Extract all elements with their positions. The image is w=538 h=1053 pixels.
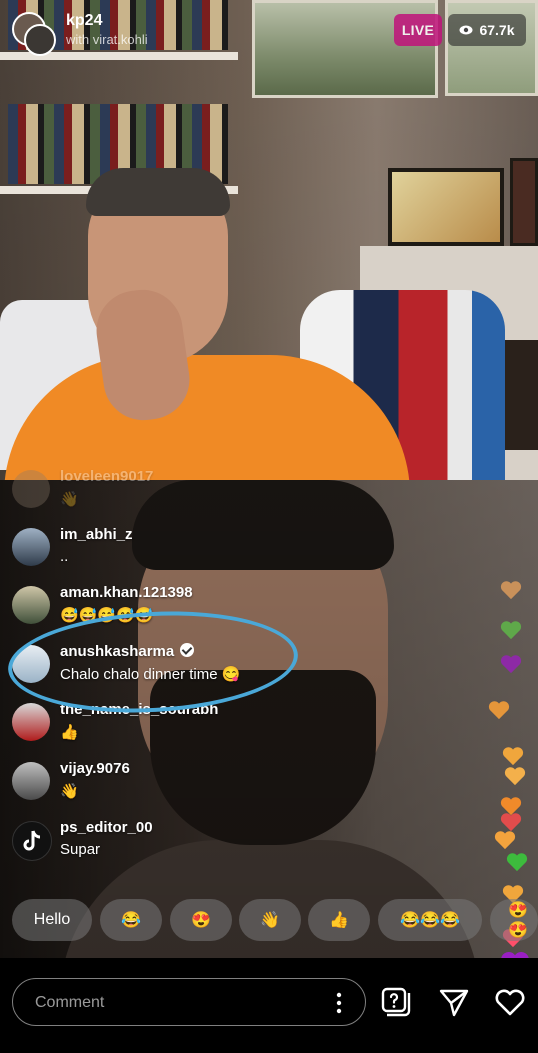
comment-username[interactable]: aman.khan.121398 bbox=[60, 584, 193, 601]
heart-icon bbox=[500, 581, 522, 600]
comment-text: .. bbox=[60, 548, 69, 565]
quick-reply-chip[interactable]: Hello bbox=[12, 899, 92, 941]
quick-reply-chip[interactable]: 😂 bbox=[100, 899, 162, 941]
comment-text: Supar bbox=[60, 841, 101, 858]
live-badge: LIVE bbox=[394, 14, 442, 46]
comment-item: loveleen9017 👋 bbox=[12, 468, 472, 516]
quick-reply-chip[interactable]: 😍 bbox=[170, 899, 232, 941]
comment-username[interactable]: vijay.9076 bbox=[60, 760, 130, 777]
heart-icon bbox=[502, 747, 524, 766]
quick-reply-chip[interactable]: 😍😍 bbox=[490, 899, 538, 941]
quick-reply-chip[interactable]: 👍 bbox=[308, 899, 370, 941]
comment-item: ps_editor_00 Supar bbox=[12, 819, 472, 867]
avatar[interactable] bbox=[12, 762, 50, 800]
avatar[interactable] bbox=[12, 586, 50, 624]
avatar[interactable] bbox=[12, 821, 52, 861]
comment-input[interactable] bbox=[33, 991, 327, 1015]
picture-frame bbox=[388, 168, 504, 246]
send-icon[interactable] bbox=[438, 986, 470, 1018]
comment-username[interactable]: loveleen9017 bbox=[60, 468, 153, 485]
avatar bbox=[24, 24, 56, 56]
heart-icon bbox=[488, 701, 510, 720]
picture-frame bbox=[510, 158, 538, 246]
live-header: kp24 with virat.kohli LIVE 67.7k bbox=[0, 0, 538, 64]
host-video bbox=[0, 0, 538, 480]
comment-username[interactable]: im_abhi_z bbox=[60, 526, 133, 543]
comment-text: 👋 bbox=[60, 783, 79, 800]
host-hair bbox=[86, 168, 230, 216]
avatar bbox=[12, 470, 50, 508]
comment-username[interactable]: ps_editor_00 bbox=[60, 819, 153, 836]
heart-icon bbox=[504, 767, 526, 786]
comment-text: 👋 bbox=[60, 491, 79, 508]
comment-box[interactable] bbox=[12, 978, 366, 1026]
tiktok-logo-icon bbox=[23, 830, 41, 851]
guest-subtitle[interactable]: with virat.kohli bbox=[66, 32, 148, 47]
heart-outline-icon[interactable] bbox=[494, 986, 526, 1018]
quick-reply-chip[interactable]: 😂😂😂 bbox=[378, 899, 482, 941]
host-username[interactable]: kp24 bbox=[66, 12, 102, 30]
heart-icon bbox=[506, 853, 528, 872]
comment-item: vijay.9076 👋 bbox=[12, 760, 472, 808]
more-vertical-icon[interactable] bbox=[335, 991, 343, 1015]
viewer-count: 67.7k bbox=[479, 22, 515, 38]
quick-replies: Hello 😂 😍 👋 👍 😂😂😂 😍😍 bbox=[12, 899, 538, 941]
host-avatar[interactable] bbox=[12, 12, 56, 56]
heart-icon bbox=[494, 831, 516, 850]
heart-icon bbox=[500, 813, 522, 832]
comment-text: 👍 bbox=[60, 724, 79, 741]
quick-reply-chip[interactable]: 👋 bbox=[239, 899, 301, 941]
viewer-count-button[interactable]: 67.7k bbox=[448, 14, 526, 46]
composer-bar bbox=[0, 958, 538, 1053]
avatar[interactable] bbox=[12, 703, 50, 741]
heart-icon bbox=[500, 621, 522, 640]
eye-icon bbox=[459, 25, 473, 35]
question-box-icon[interactable] bbox=[380, 986, 412, 1018]
comment-item: im_abhi_z .. bbox=[12, 526, 472, 574]
avatar[interactable] bbox=[12, 528, 50, 566]
heart-icon bbox=[500, 655, 522, 674]
